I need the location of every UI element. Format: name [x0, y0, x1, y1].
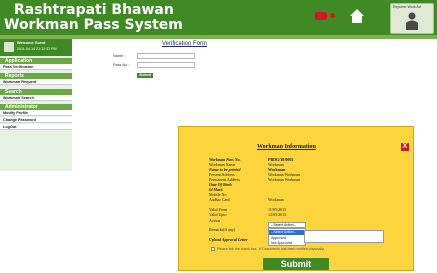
emblem-dot-icon: [330, 13, 335, 18]
field-label: Upload Approval Letter: [209, 237, 248, 242]
app-title: Rashtrapati Bhawan: [14, 2, 174, 18]
sidebar-item-workman-request[interactable]: Workman Request: [0, 79, 72, 85]
user-badge-label: Reporter Work Ad: [393, 5, 421, 9]
sidebar-item-change-password[interactable]: Change Password: [0, 117, 72, 123]
field-label: Aadhar Card: [209, 197, 230, 202]
remarks-textarea[interactable]: [304, 230, 384, 243]
field-value: Workman: [268, 197, 284, 202]
user-badge[interactable]: Reporter Work Ad: [390, 3, 434, 34]
sidebar-item-logout[interactable]: LogOut: [0, 124, 72, 130]
user-name: Welcome Guest: [17, 41, 46, 45]
name-label: Name :: [113, 54, 126, 58]
sidebar: Welcome Guest 2011-04-14 21:12:37 PM App…: [0, 39, 72, 179]
submit-button[interactable]: Submit: [263, 258, 329, 270]
action-dropdown: --Select Action-- Approved Not Approved: [268, 228, 306, 246]
sidebar-item-pass-verification[interactable]: Pass Verification: [0, 64, 72, 70]
close-button[interactable]: X: [401, 143, 409, 151]
avatar: [4, 42, 14, 52]
verify-check-text: Please tick the check box , If Documents…: [217, 247, 325, 251]
modal-title: Workman Information: [257, 144, 316, 150]
sidebar-item-modify-profile[interactable]: Modify Profile: [0, 110, 72, 116]
field-label: Remarks(if any): [209, 227, 236, 232]
field-value: 12/05/2013: [268, 212, 287, 217]
user-panel: Welcome Guest 2011-04-14 21:12:37 PM: [0, 39, 72, 56]
sidebar-item-workman-search[interactable]: Workman Search: [0, 95, 72, 101]
verify-check-row: Please tick the check box , If Documents…: [211, 247, 325, 252]
home-icon[interactable]: [348, 7, 366, 25]
login-datetime: 2011-04-14 21:12:37 PM: [17, 47, 57, 51]
header-bar: Rashtrapati Bhawan Workman Pass System R…: [0, 0, 437, 35]
app-subtitle: Workman Pass System: [4, 17, 183, 33]
action-option[interactable]: --Select Action--: [269, 230, 305, 235]
verification-form-title: Verification Form: [162, 41, 208, 47]
user-icon: [406, 12, 418, 30]
workman-info-modal: X Workman Information Workman Pass No. P…: [178, 126, 414, 271]
pass-no-input[interactable]: [137, 62, 195, 68]
pass-no-label: Pass No :: [113, 63, 130, 67]
field-label: Action: [209, 218, 220, 223]
field-value: Workman Workman: [268, 177, 301, 182]
action-option[interactable]: Not Approved: [269, 241, 305, 246]
verify-submit-button[interactable]: Submit: [137, 73, 153, 78]
emblem-icon: [315, 12, 327, 20]
verify-checkbox[interactable]: [211, 247, 215, 252]
field-label: Valid Upto: [209, 212, 227, 217]
name-input[interactable]: [137, 53, 195, 59]
